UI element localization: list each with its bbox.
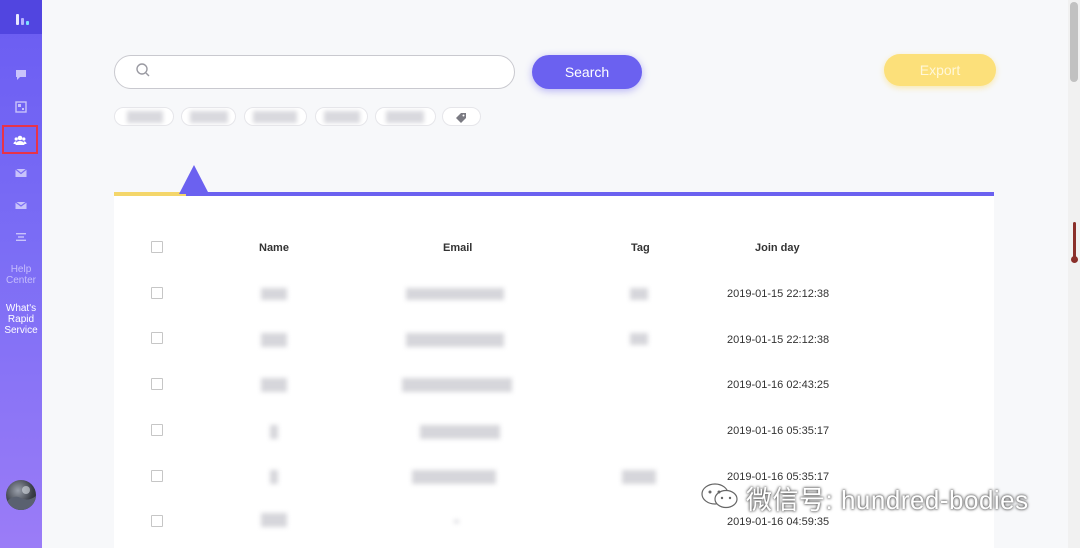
watermark-text: 微信号: hundred-bodies (746, 485, 1029, 515)
row-join-day: 2019-01-15 22:12:38 (727, 288, 830, 300)
scrollbar[interactable] (1068, 0, 1080, 548)
row-name-redacted (270, 425, 278, 439)
whats-rapid-service-link[interactable]: What's Rapid Service (0, 303, 42, 336)
row-tag-redacted (622, 470, 656, 484)
mail-icon[interactable] (0, 160, 42, 186)
tag-filter-chip[interactable] (442, 107, 481, 126)
row-email-redacted (454, 520, 459, 523)
row-email-redacted (406, 288, 504, 300)
row-email-redacted (420, 425, 500, 439)
tab-pointer (179, 165, 209, 194)
row-checkbox[interactable] (151, 287, 163, 299)
filter-chip[interactable] (181, 107, 236, 126)
row-email-redacted (412, 470, 496, 484)
filter-chip[interactable] (114, 107, 174, 126)
app-logo[interactable] (0, 0, 42, 34)
row-name-redacted (261, 288, 287, 300)
filter-chip[interactable] (375, 107, 436, 126)
row-join-day: 2019-01-16 02:43:25 (727, 379, 830, 391)
export-button[interactable]: Export (884, 54, 996, 86)
sidebar: Help Center What's Rapid Service (0, 0, 42, 548)
search-field[interactable] (114, 55, 515, 89)
row-join-day: 2019-01-16 04:59:35 (727, 516, 830, 528)
mail-open-icon[interactable] (0, 192, 42, 218)
row-name-redacted (261, 333, 287, 347)
avatar[interactable] (6, 480, 36, 510)
row-checkbox[interactable] (151, 424, 163, 436)
column-header-name[interactable]: Name (259, 242, 289, 254)
row-checkbox[interactable] (151, 378, 163, 390)
row-email-redacted (402, 378, 512, 392)
scroll-marker-dot (1071, 256, 1078, 263)
column-header-tag[interactable]: Tag (631, 242, 650, 254)
column-header-email[interactable]: Email (443, 242, 472, 254)
select-all-checkbox[interactable] (151, 241, 163, 253)
row-name-redacted (261, 513, 287, 527)
menu-icon[interactable] (0, 224, 42, 250)
chat-icon[interactable] (0, 62, 42, 88)
wechat-icon (700, 481, 740, 516)
layout-icon[interactable] (0, 94, 42, 120)
row-tag-redacted (630, 333, 648, 345)
row-email-redacted (406, 333, 504, 347)
row-name-redacted (261, 378, 287, 392)
search-input[interactable] (159, 58, 514, 86)
tag-icon (455, 111, 467, 125)
row-tag-redacted (630, 288, 648, 300)
users-icon[interactable] (2, 125, 38, 154)
row-join-day: 2019-01-16 05:35:17 (727, 425, 830, 437)
row-checkbox[interactable] (151, 515, 163, 527)
filter-chip[interactable] (244, 107, 307, 126)
search-button[interactable]: Search (532, 55, 642, 89)
scrollbar-thumb[interactable] (1070, 2, 1078, 82)
row-name-redacted (270, 470, 278, 484)
watermark: 微信号: hundred-bodies (700, 480, 1029, 517)
column-header-join-day[interactable]: Join day (755, 242, 800, 254)
help-center-link[interactable]: Help Center (0, 264, 42, 286)
row-checkbox[interactable] (151, 470, 163, 482)
row-checkbox[interactable] (151, 332, 163, 344)
search-icon (135, 62, 151, 83)
filter-chip[interactable] (315, 107, 368, 126)
row-join-day: 2019-01-15 22:12:38 (727, 334, 830, 346)
